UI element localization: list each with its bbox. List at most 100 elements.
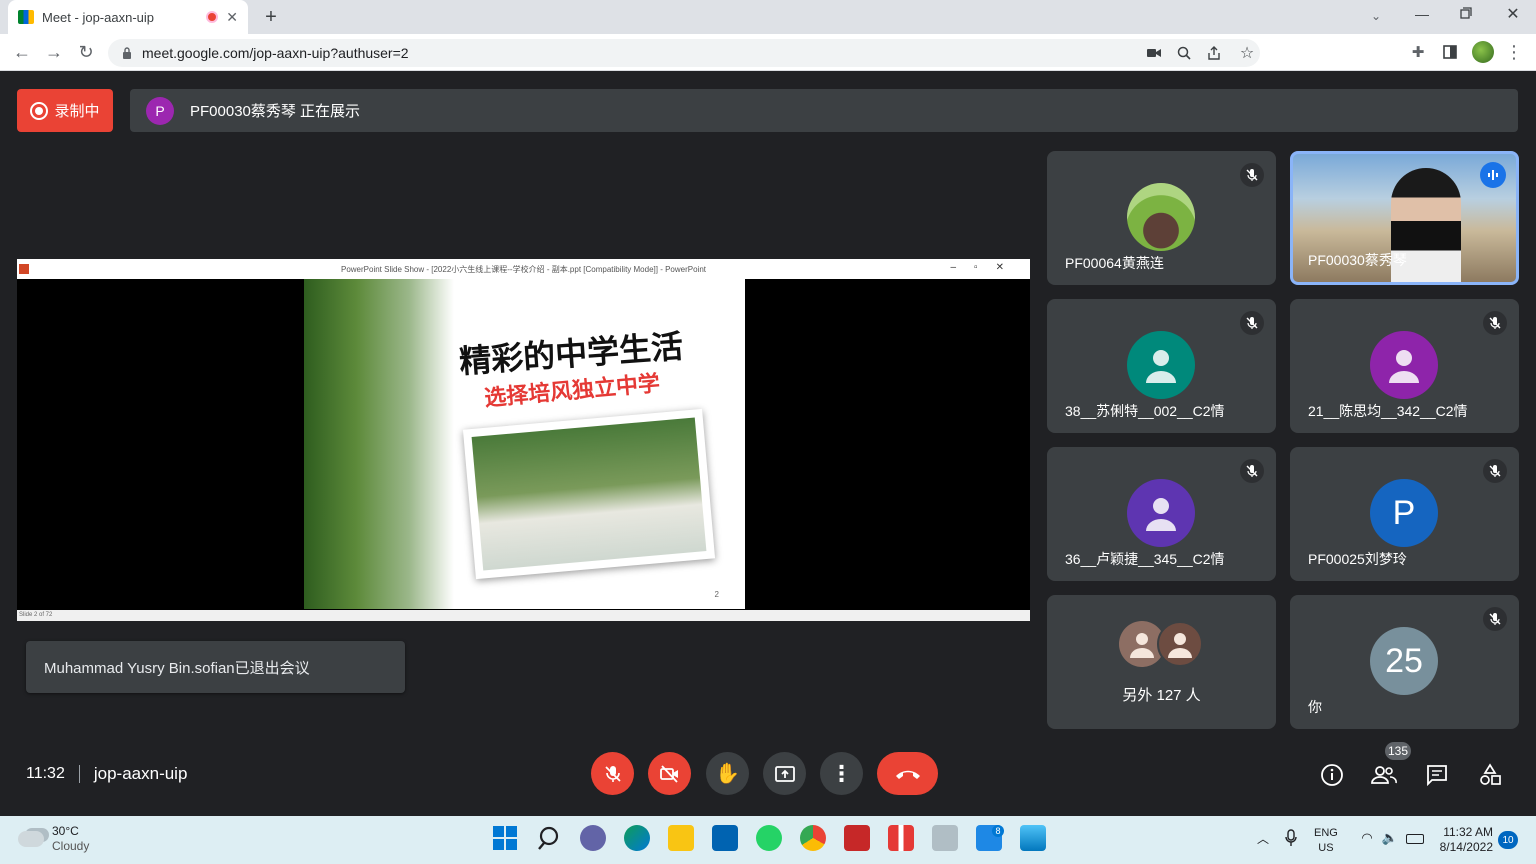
speaking-indicator-icon: [1480, 162, 1506, 188]
zoom-icon[interactable]: [1174, 46, 1194, 60]
record-icon: [30, 101, 49, 120]
language-indicator[interactable]: ENG US: [1314, 826, 1338, 856]
photos-icon[interactable]: [1020, 825, 1046, 851]
tab-search-icon[interactable]: ⌄: [1366, 6, 1386, 26]
url-text: meet.google.com/jop-aaxn-uip?authuser=2: [142, 45, 409, 61]
recording-label: 录制中: [54, 103, 100, 120]
camera-icon[interactable]: [1144, 48, 1164, 58]
taskbar-clock[interactable]: 11:32 AM 8/14/2022: [1438, 825, 1493, 855]
presenter-avatar: P: [146, 96, 174, 125]
participant-avatar: [1127, 183, 1195, 251]
self-name: 你: [1308, 699, 1322, 715]
volume-icon[interactable]: 🔈: [1381, 830, 1399, 846]
browser-menu-icon[interactable]: ⋮: [1504, 41, 1524, 63]
meeting-details: 11:32 jop-aaxn-uip: [26, 764, 187, 784]
presentation-screen[interactable]: PowerPoint Slide Show - [2022小六生线上课程--学校…: [17, 259, 1030, 621]
ppt-app-icon: [19, 264, 29, 274]
taskbar-date: 8/14/2022: [1439, 840, 1493, 854]
forward-icon[interactable]: →: [42, 40, 66, 64]
close-tab-icon[interactable]: ✕: [226, 9, 238, 26]
ppt-title: PowerPoint Slide Show - [2022小六生线上课程--学校…: [340, 264, 706, 274]
ppt-window-controls: –▫✕: [950, 262, 1022, 273]
address-bar[interactable]: meet.google.com/jop-aaxn-uip?authuser=2 …: [108, 39, 1260, 67]
edge-browser-icon[interactable]: [624, 825, 650, 851]
notification-count-badge[interactable]: 10: [1498, 831, 1518, 849]
windows-start-icon[interactable]: [492, 825, 518, 851]
person-avatar-icon: [1127, 331, 1195, 399]
mic-toggle-button[interactable]: [591, 752, 634, 795]
share-icon[interactable]: [1204, 46, 1224, 60]
meet-favicon-icon: [18, 10, 34, 24]
file-explorer-icon[interactable]: [668, 825, 694, 851]
teams-chat-icon[interactable]: [580, 825, 606, 851]
raise-hand-button[interactable]: ✋: [706, 752, 749, 795]
ppt-status-bar: Slide 2 of 72: [17, 610, 1030, 621]
people-button[interactable]: [1369, 760, 1399, 790]
app-icon[interactable]: [932, 825, 958, 851]
presenting-text: PF00030蔡秀琴 正在展示: [190, 103, 361, 120]
extensions-icon[interactable]: ✚: [1408, 42, 1428, 62]
app-icon[interactable]: [844, 825, 870, 851]
mic-off-icon: [1240, 311, 1264, 335]
chat-button[interactable]: [1422, 760, 1452, 790]
activities-button[interactable]: [1475, 760, 1505, 790]
mail-badge: 8: [992, 825, 1004, 837]
mic-off-icon: [1240, 163, 1264, 187]
slide-content: 精彩的中学生活 选择培风独立中学 2: [304, 279, 745, 609]
whatsapp-icon[interactable]: [756, 825, 782, 851]
profile-avatar[interactable]: [1472, 41, 1494, 63]
back-icon[interactable]: ←: [10, 40, 34, 64]
present-screen-button[interactable]: [763, 752, 806, 795]
participant-name: 36__卢颖捷__345__C2情: [1065, 551, 1225, 567]
slide-tree-photo: [304, 279, 454, 609]
mic-off-icon: [604, 765, 621, 782]
present-icon: [774, 765, 795, 782]
participant-tile-active-speaker[interactable]: PF00030蔡秀琴: [1290, 151, 1519, 285]
self-tile[interactable]: 25 你: [1290, 595, 1519, 729]
meeting-info-button[interactable]: [1317, 760, 1347, 790]
app-icon[interactable]: [888, 825, 914, 851]
notification-toast: Muhammad Yusry Bin.sofian已退出会议: [26, 641, 405, 693]
restore-icon[interactable]: [1458, 5, 1474, 21]
participant-tile[interactable]: 36__卢颖捷__345__C2情: [1047, 447, 1276, 581]
microsoft-store-icon[interactable]: [712, 825, 738, 851]
participant-tile[interactable]: 21__陈思均__342__C2情: [1290, 299, 1519, 433]
wifi-icon[interactable]: ◠: [1358, 830, 1376, 846]
camera-toggle-button[interactable]: [648, 752, 691, 795]
weather-desc: Cloudy: [52, 839, 90, 853]
tab-title: Meet - jop-aaxn-uip: [42, 9, 154, 25]
show-hidden-icons[interactable]: ︿: [1255, 830, 1271, 846]
more-options-button[interactable]: ⋮: [820, 752, 863, 795]
weather-widget[interactable]: 30°C Cloudy: [18, 824, 89, 854]
new-tab-button[interactable]: +: [260, 6, 282, 28]
browser-tab[interactable]: Meet - jop-aaxn-uip ✕: [8, 0, 248, 34]
mic-off-icon: [1483, 607, 1507, 631]
cloud-icon: [18, 831, 44, 847]
taskbar-time: 11:32 AM: [1443, 825, 1493, 839]
hang-up-icon: [895, 770, 920, 779]
more-participants-tile[interactable]: 另外 127 人: [1047, 595, 1276, 729]
battery-icon[interactable]: [1406, 834, 1424, 844]
hand-icon: ✋: [715, 763, 740, 785]
powerpoint-titlebar: PowerPoint Slide Show - [2022小六生线上课程--学校…: [17, 259, 1030, 279]
microphone-icon[interactable]: [1283, 828, 1299, 848]
leave-call-button[interactable]: [877, 752, 938, 795]
side-panel-icon[interactable]: [1440, 42, 1460, 62]
people-icon: [1371, 766, 1397, 784]
participant-tile[interactable]: P PF00025刘梦玲: [1290, 447, 1519, 581]
search-icon[interactable]: [536, 825, 562, 851]
participant-name: 38__苏俐特__002__C2情: [1065, 403, 1225, 419]
reload-icon[interactable]: ↻: [74, 40, 98, 64]
person-avatar-icon: [1370, 331, 1438, 399]
more-participants-label: 另外 127 人: [1122, 687, 1201, 704]
bookmark-star-icon[interactable]: ☆: [1234, 43, 1260, 63]
minimize-icon[interactable]: —: [1412, 4, 1432, 24]
recording-indicator[interactable]: 录制中: [17, 89, 113, 132]
chrome-icon[interactable]: [800, 825, 826, 851]
recording-dot-icon: [206, 11, 219, 23]
lock-icon: [122, 47, 132, 59]
participant-tile[interactable]: 38__苏俐特__002__C2情: [1047, 299, 1276, 433]
participant-tile[interactable]: PF00064黄燕连: [1047, 151, 1276, 285]
activities-icon: [1480, 763, 1501, 785]
close-window-icon[interactable]: ✕: [1503, 4, 1523, 24]
